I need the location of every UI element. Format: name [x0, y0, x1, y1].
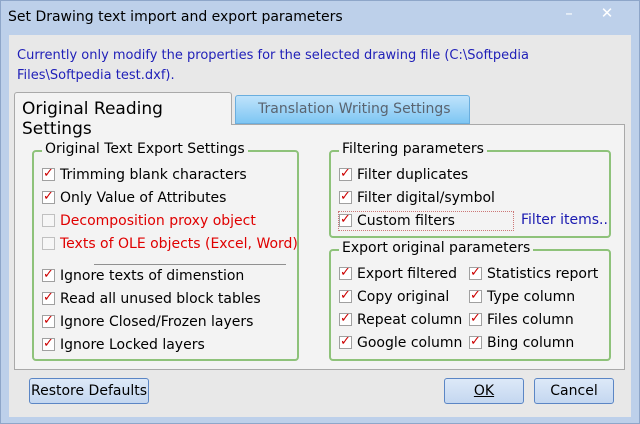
checkbox-trimming-blank[interactable]: Trimming blank characters [42, 165, 247, 184]
original-text-export-group: Original Text Export Settings Trimming b… [32, 141, 299, 361]
checkbox-icon[interactable] [42, 165, 55, 183]
checkbox-icon[interactable] [469, 333, 482, 351]
cancel-button[interactable]: Cancel [534, 378, 614, 404]
close-button[interactable]: ✕ [595, 3, 619, 23]
tab-original-reading-settings[interactable]: Original Reading Settings [14, 92, 232, 139]
checkbox-filter-duplicates[interactable]: Filter duplicates [339, 165, 468, 184]
info-text: Currently only modify the properties for… [17, 48, 529, 83]
checkbox-icon[interactable] [469, 310, 482, 328]
checkbox-only-value-attributes[interactable]: Only Value of Attributes [42, 188, 226, 207]
dialog-window: Set Drawing text import and export param… [0, 0, 640, 424]
checkbox-custom-filters[interactable]: Custom filters [338, 211, 514, 231]
restore-defaults-button[interactable]: Restore Defaults [29, 378, 149, 404]
group-title-filtering: Filtering parameters [339, 141, 487, 157]
tab-translation-writing-settings[interactable]: Translation Writing Settings [235, 95, 470, 124]
checkbox-statistics-report[interactable]: Statistics report [469, 264, 598, 283]
checkbox-decomposition-proxy[interactable]: Decomposition proxy object [42, 212, 256, 230]
checkbox-ole-objects[interactable]: Texts of OLE objects (Excel, Word) [42, 235, 298, 253]
group-title-original-text-export: Original Text Export Settings [42, 141, 248, 157]
checkbox-read-unused-blocks[interactable]: Read all unused block tables [42, 289, 261, 308]
checkbox-files-column[interactable]: Files column [469, 310, 574, 329]
checkbox-icon[interactable] [42, 188, 55, 206]
filtering-parameters-group: Filtering parameters Filter duplicates F… [329, 141, 611, 238]
checkbox-icon[interactable] [42, 266, 55, 284]
checkbox-ignore-locked[interactable]: Ignore Locked layers [42, 335, 205, 354]
checkbox-icon[interactable] [469, 264, 482, 282]
checkbox-icon[interactable] [42, 335, 55, 353]
checkbox-filter-digital-symbol[interactable]: Filter digital/symbol [339, 188, 495, 207]
ok-button[interactable]: OK [444, 378, 524, 404]
checkbox-icon[interactable] [339, 264, 352, 282]
checkbox-icon[interactable] [42, 213, 55, 227]
checkbox-icon[interactable] [42, 236, 55, 250]
checkbox-icon[interactable] [339, 211, 352, 229]
checkbox-repeat-column[interactable]: Repeat column [339, 310, 462, 329]
checkbox-icon[interactable] [339, 333, 352, 351]
checkbox-bing-column[interactable]: Bing column [469, 333, 574, 352]
checkbox-ignore-dimension[interactable]: Ignore texts of dimenstion [42, 266, 244, 285]
tab-panel: Original Text Export Settings Trimming b… [14, 124, 625, 370]
checkbox-icon[interactable] [339, 310, 352, 328]
separator [94, 264, 286, 265]
checkbox-icon[interactable] [339, 188, 352, 206]
checkbox-type-column[interactable]: Type column [469, 287, 575, 306]
checkbox-icon[interactable] [42, 289, 55, 307]
minimize-button[interactable]: – [557, 3, 581, 23]
export-original-parameters-group: Export original parameters Export filter… [329, 240, 611, 361]
checkbox-icon[interactable] [469, 287, 482, 305]
checkbox-export-filtered[interactable]: Export filtered [339, 264, 457, 283]
checkbox-icon[interactable] [42, 312, 55, 330]
checkbox-copy-original[interactable]: Copy original [339, 287, 449, 306]
checkbox-icon[interactable] [339, 165, 352, 183]
group-title-export-original: Export original parameters [339, 240, 534, 256]
dialog-client-area: Currently only modify the properties for… [9, 35, 631, 417]
filter-items-link[interactable]: Filter items.. [521, 212, 608, 228]
checkbox-ignore-closed-frozen[interactable]: Ignore Closed/Frozen layers [42, 312, 253, 331]
window-title: Set Drawing text import and export param… [8, 9, 343, 25]
checkbox-icon[interactable] [339, 287, 352, 305]
title-bar[interactable]: Set Drawing text import and export param… [1, 1, 639, 35]
checkbox-google-column[interactable]: Google column [339, 333, 462, 352]
